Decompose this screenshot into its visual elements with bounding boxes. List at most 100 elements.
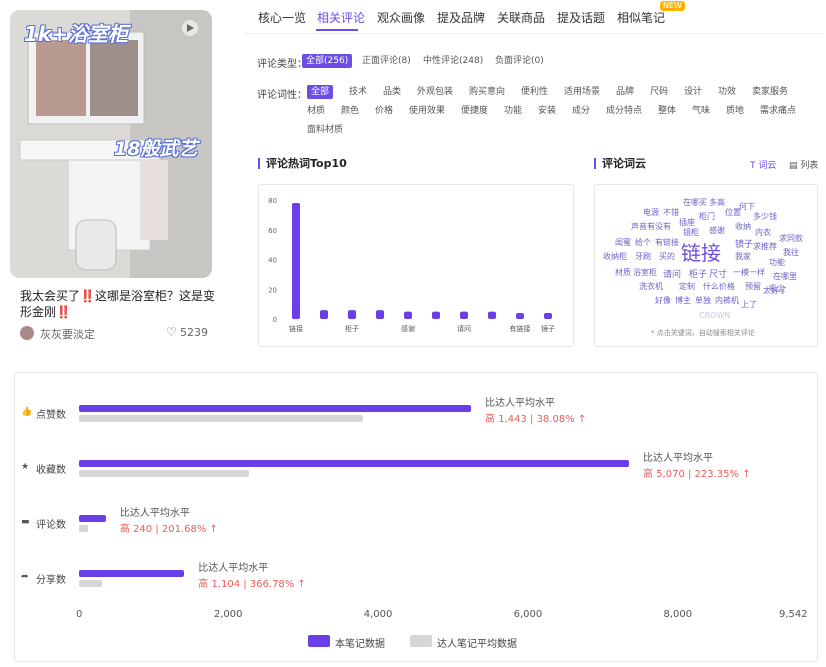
- word-chip[interactable]: 购买意向: [469, 85, 505, 99]
- hotword-bar[interactable]: [516, 313, 524, 319]
- wordcloud-word[interactable]: 功能: [769, 257, 785, 268]
- word-chip[interactable]: 功能: [504, 104, 522, 118]
- word-chip[interactable]: 颜色: [341, 104, 359, 118]
- wordcloud-word[interactable]: 太好了: [763, 285, 787, 296]
- word-chip[interactable]: 品类: [383, 85, 401, 99]
- word-chip[interactable]: 适用场景: [564, 85, 600, 99]
- wordcloud-word[interactable]: 上了: [741, 299, 757, 310]
- wordcloud-word[interactable]: 我家: [735, 251, 751, 262]
- word-chip[interactable]: 使用效果: [409, 104, 445, 118]
- wordcloud-word[interactable]: 求同款: [779, 233, 803, 244]
- word-chip[interactable]: 卖家服务: [752, 85, 788, 99]
- hotword-bar[interactable]: [376, 310, 384, 319]
- tab-related-comments[interactable]: 相关评论: [317, 9, 365, 26]
- wordcloud-word[interactable]: 有没有: [647, 221, 671, 232]
- wordcloud-word[interactable]: 多少钱: [753, 211, 777, 222]
- wordcloud-word[interactable]: 柜门: [699, 211, 715, 222]
- wordcloud-word[interactable]: 镜柜: [683, 227, 699, 238]
- word-chip[interactable]: 气味: [692, 104, 710, 118]
- author-name[interactable]: 灰灰要淡定: [40, 326, 95, 342]
- word-chip[interactable]: 质地: [726, 104, 744, 118]
- wordcloud-word[interactable]: 浴室柜: [633, 267, 657, 278]
- word-chip[interactable]: 全部: [307, 85, 334, 99]
- wordcloud-word[interactable]: 在哪里: [773, 271, 797, 282]
- note-data-bar[interactable]: [79, 570, 185, 577]
- avg-data-bar[interactable]: [79, 525, 88, 532]
- word-chip[interactable]: 品牌: [616, 85, 634, 99]
- avg-data-bar[interactable]: [79, 580, 102, 587]
- word-chip[interactable]: 技术: [349, 85, 367, 99]
- wordcloud-word[interactable]: 给个: [635, 237, 651, 248]
- wordcloud-word[interactable]: 有链接: [655, 237, 679, 248]
- note-title[interactable]: 我太会买了‼️这哪是浴室柜？这是变形金刚‼️: [20, 288, 220, 320]
- tab-core-overview[interactable]: 核心一览: [258, 9, 306, 26]
- wordcloud-word[interactable]: 材质: [615, 267, 631, 278]
- wordcloud-word[interactable]: 位置: [725, 207, 741, 218]
- word-chip[interactable]: 面料材质: [307, 123, 343, 137]
- note-data-bar[interactable]: [79, 405, 472, 412]
- word-chip[interactable]: 尺码: [650, 85, 668, 99]
- hotword-bar[interactable]: [348, 310, 356, 319]
- tab-audience-profile[interactable]: 观众画像: [377, 9, 425, 26]
- wordcloud-word[interactable]: 收纳柜: [603, 251, 627, 262]
- note-data-bar[interactable]: [79, 460, 629, 467]
- wordcloud-word[interactable]: 我往: [783, 247, 799, 258]
- wordcloud-word[interactable]: 柜子: [689, 267, 707, 280]
- wordcloud-word[interactable]: 镜子: [735, 237, 753, 250]
- word-chip[interactable]: 成分: [572, 104, 590, 118]
- wordcloud-word[interactable]: 求推荐: [753, 241, 777, 252]
- word-chip[interactable]: 便捷度: [461, 104, 488, 118]
- note-data-bar[interactable]: [79, 515, 106, 522]
- word-chip[interactable]: 功效: [718, 85, 736, 99]
- wordcloud-word[interactable]: 闺蜜: [615, 237, 631, 248]
- wordcloud-word[interactable]: 单独: [695, 295, 711, 306]
- wordcloud-word[interactable]: 在哪买: [683, 197, 707, 208]
- word-chip[interactable]: 安装: [538, 104, 556, 118]
- word-chip[interactable]: 便利性: [521, 85, 548, 99]
- word-chip[interactable]: 材质: [307, 104, 325, 118]
- wordcloud-word[interactable]: 牙刷: [635, 251, 651, 262]
- legend-label[interactable]: 达人笔记平均数据: [437, 635, 517, 650]
- type-chip-all[interactable]: 全部(256): [302, 54, 353, 68]
- word-chip[interactable]: 设计: [684, 85, 702, 99]
- word-chip[interactable]: 整体: [658, 104, 676, 118]
- wordcloud-word[interactable]: 尺寸: [709, 267, 727, 280]
- toggle-list[interactable]: ▤ 列表: [789, 158, 818, 171]
- toggle-wordcloud[interactable]: T 词云: [750, 158, 776, 171]
- type-chip-neutral[interactable]: 中性评论(248): [423, 54, 483, 68]
- hotword-bar[interactable]: [432, 311, 440, 319]
- word-chip[interactable]: 价格: [375, 104, 393, 118]
- tab-similar-notes[interactable]: 相似笔记: [617, 9, 665, 26]
- word-chip[interactable]: 成分特点: [606, 104, 642, 118]
- tab-mentioned-brands[interactable]: 提及品牌: [437, 9, 485, 26]
- hotword-bar[interactable]: [320, 310, 328, 319]
- wordcloud-word[interactable]: 博主: [675, 295, 691, 306]
- hotword-bar[interactable]: [488, 311, 496, 319]
- wordcloud-word[interactable]: 电源: [643, 207, 659, 218]
- wordcloud-word[interactable]: 内裤机: [715, 295, 739, 306]
- note-cover-image[interactable]: 1k+浴室柜 18般武艺: [10, 10, 212, 278]
- wordcloud-word[interactable]: 买的: [659, 251, 675, 262]
- wordcloud-word[interactable]: 请问: [663, 267, 681, 280]
- hotword-bar[interactable]: [460, 311, 468, 319]
- wordcloud-word[interactable]: 不错: [663, 207, 679, 218]
- tab-related-products[interactable]: 关联商品: [497, 9, 545, 26]
- wordcloud-word[interactable]: 洗衣机: [639, 281, 663, 292]
- legend-label[interactable]: 本笔记数据: [335, 635, 385, 650]
- tab-mentioned-topics[interactable]: 提及话题: [557, 9, 605, 26]
- hotword-bar[interactable]: [404, 311, 412, 319]
- wordcloud-word[interactable]: 收纳: [735, 221, 751, 232]
- wordcloud-word[interactable]: 内衣: [755, 227, 771, 238]
- wordcloud-word[interactable]: 预留: [745, 281, 761, 292]
- word-chip[interactable]: 外观包装: [417, 85, 453, 99]
- avg-data-bar[interactable]: [79, 415, 363, 422]
- wordcloud-word[interactable]: 好像: [655, 295, 671, 306]
- avg-data-bar[interactable]: [79, 470, 250, 477]
- wordcloud-word[interactable]: 感谢: [709, 225, 725, 236]
- word-chip[interactable]: 需求痛点: [760, 104, 796, 118]
- type-chip-negative[interactable]: 负面评论(0): [495, 54, 544, 68]
- wordcloud-word[interactable]: 什么价格: [703, 281, 735, 292]
- wordcloud-word[interactable]: 一模一样: [733, 267, 765, 278]
- hotword-bar[interactable]: [292, 202, 300, 319]
- wordcloud-word[interactable]: 定制: [679, 281, 695, 292]
